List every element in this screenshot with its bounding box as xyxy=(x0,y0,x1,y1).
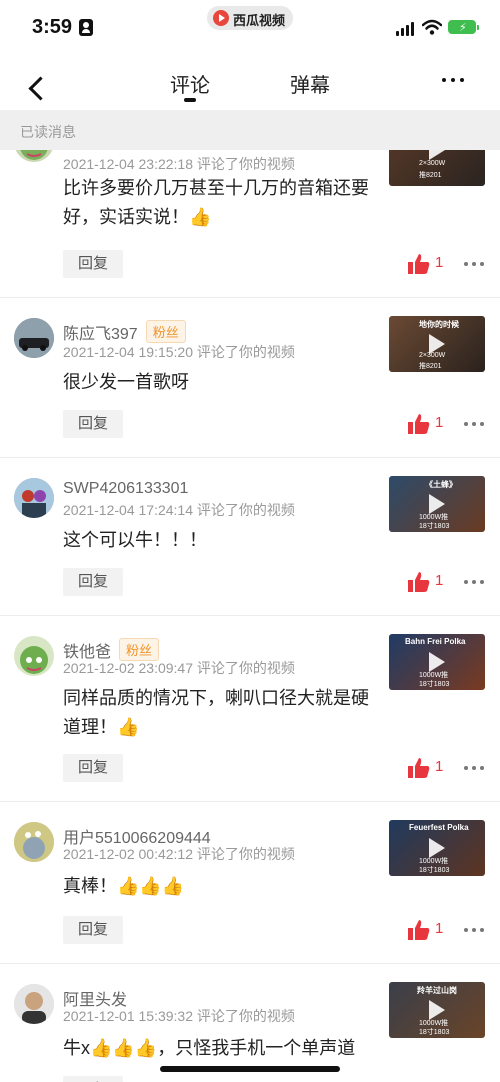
item-more-icon[interactable] xyxy=(464,262,484,268)
reply-button[interactable]: 回复 xyxy=(63,754,123,782)
item-more-icon[interactable] xyxy=(464,766,484,772)
like-button[interactable]: 1 xyxy=(408,918,448,942)
comment-meta: 2021-12-04 19:15:20 评论了你的视频 xyxy=(63,344,295,360)
item-more-icon[interactable] xyxy=(464,580,484,586)
thumbs-up-icon xyxy=(408,920,430,940)
back-button[interactable] xyxy=(10,64,54,104)
comment-text: 比许多要价几万甚至十几万的音箱还要好，实话实说！👍 xyxy=(63,174,383,232)
list-item: 2021-12-04 23:22:18 评论了你的视频 比许多要价几万甚至十几万… xyxy=(0,150,500,298)
list-item: 铁他爸 粉丝 2021-12-02 23:09:47 评论了你的视频 同样品质的情… xyxy=(0,616,500,802)
reply-button[interactable]: 回复 xyxy=(63,1076,123,1082)
list-item: 陈应飞397 粉丝 2021-12-04 19:15:20 评论了你的视频 很少发… xyxy=(0,298,500,458)
username[interactable]: 陈应飞397 粉丝 xyxy=(63,320,186,344)
comment-meta: 2021-12-02 00:42:12 评论了你的视频 xyxy=(63,846,295,862)
thumbs-up-icon xyxy=(408,254,430,274)
video-thumbnail[interactable]: Feuerfest Polka 1000W推 18寸1803 xyxy=(389,820,485,876)
wifi-icon xyxy=(422,19,442,35)
like-button[interactable]: 1 xyxy=(408,756,448,780)
like-button[interactable]: 1 xyxy=(408,570,448,594)
reply-button[interactable]: 回复 xyxy=(63,250,123,278)
thumbs-up-emoji: 👍 xyxy=(117,876,140,896)
thumbs-up-icon xyxy=(408,572,430,592)
video-thumbnail[interactable]: 羚羊过山岗 1000W推 18寸1803 xyxy=(389,982,485,1038)
play-icon xyxy=(429,150,445,160)
thumbs-up-icon xyxy=(408,414,430,434)
like-count: 1 xyxy=(435,414,444,431)
avatar[interactable] xyxy=(14,636,54,676)
thumbs-up-emoji: 👍 xyxy=(139,876,162,896)
active-tab-indicator xyxy=(184,98,196,102)
thumbs-up-emoji: 👍 xyxy=(161,876,185,896)
tab-danmaku[interactable]: 弹幕 xyxy=(290,69,330,98)
like-button[interactable]: 1 xyxy=(408,412,448,436)
like-count: 1 xyxy=(435,758,444,775)
status-bar: 3:59 西瓜视频 ⚡ xyxy=(0,0,500,56)
video-thumbnail[interactable]: 《土蜂》 1000W推 18寸1803 xyxy=(389,476,485,532)
play-icon xyxy=(429,652,445,672)
avatar[interactable] xyxy=(14,318,54,358)
comment-meta: 2021-12-01 15:39:32 评论了你的视频 xyxy=(63,1008,295,1024)
thumbs-up-emoji: 👍 xyxy=(189,207,212,227)
comment-text: 真棒！👍👍👍 xyxy=(63,872,383,901)
comment-text: 同样品质的情况下，喇叭口径大就是硬道理！👍 xyxy=(63,684,383,742)
app-name: 西瓜视频 xyxy=(233,13,286,28)
like-button[interactable]: 1 xyxy=(408,252,448,276)
comment-meta: 2021-12-02 23:09:47 评论了你的视频 xyxy=(63,660,295,676)
status-time: 3:59 xyxy=(32,16,73,38)
item-more-icon[interactable] xyxy=(464,928,484,934)
thumbs-up-emoji: 👍 xyxy=(117,717,140,737)
play-icon xyxy=(429,494,445,514)
read-messages-header: 已读消息 xyxy=(0,110,500,150)
reply-button[interactable]: 回复 xyxy=(63,916,123,944)
read-messages-label: 已读消息 xyxy=(20,124,76,140)
thumbs-up-icon xyxy=(408,758,430,778)
person-icon xyxy=(79,19,93,36)
top-nav: 评论 弹幕 xyxy=(0,56,500,110)
battery-charging-icon: ⚡ xyxy=(448,20,479,34)
list-item: 阿里头发 2021-12-01 15:39:32 评论了你的视频 牛x👍👍👍，只… xyxy=(0,964,500,1082)
comment-list[interactable]: 2021-12-04 23:22:18 评论了你的视频 比许多要价几万甚至十几万… xyxy=(0,150,500,1082)
play-icon xyxy=(429,1000,445,1020)
play-icon xyxy=(429,334,445,354)
comment-text: 很少发一首歌呀 xyxy=(63,372,189,392)
comment-text: 这个可以牛！！！ xyxy=(63,530,207,550)
cellular-signal-icon xyxy=(396,22,416,36)
avatar[interactable] xyxy=(14,822,54,862)
avatar[interactable] xyxy=(14,150,54,162)
xigua-logo-icon xyxy=(213,10,229,26)
video-thumbnail[interactable]: 地你的时候 2×300W 推8201 xyxy=(389,316,485,372)
username[interactable]: SWP4206133301 xyxy=(63,480,188,498)
like-count: 1 xyxy=(435,920,444,937)
fan-badge: 粉丝 xyxy=(145,320,186,343)
home-indicator[interactable] xyxy=(160,1066,340,1072)
video-thumbnail[interactable]: 2×300W 推8201 xyxy=(389,150,485,186)
list-item: SWP4206133301 2021-12-04 17:24:14 评论了你的视… xyxy=(0,458,500,616)
reply-button[interactable]: 回复 xyxy=(63,568,123,596)
reply-button[interactable]: 回复 xyxy=(63,410,123,438)
comment-text: 牛x👍👍👍，只怪我手机一个单声道 xyxy=(63,1038,356,1058)
avatar[interactable] xyxy=(14,478,54,518)
comment-meta: 2021-12-04 17:24:14 评论了你的视频 xyxy=(63,502,295,518)
list-item: 用户5510066209444 2021-12-02 00:42:12 评论了你… xyxy=(0,802,500,964)
play-icon xyxy=(429,838,445,858)
like-count: 1 xyxy=(435,572,444,589)
like-count: 1 xyxy=(435,254,444,271)
avatar[interactable] xyxy=(14,984,54,1024)
comment-meta: 2021-12-04 23:22:18 评论了你的视频 xyxy=(63,156,295,172)
app-indicator-pill[interactable]: 西瓜视频 xyxy=(207,6,293,30)
more-options-icon[interactable] xyxy=(442,78,466,84)
tab-comments[interactable]: 评论 xyxy=(170,69,210,98)
item-more-icon[interactable] xyxy=(464,422,484,428)
back-arrow-icon xyxy=(28,76,53,101)
video-thumbnail[interactable]: Bahn Frei Polka 1000W推 18寸1803 xyxy=(389,634,485,690)
